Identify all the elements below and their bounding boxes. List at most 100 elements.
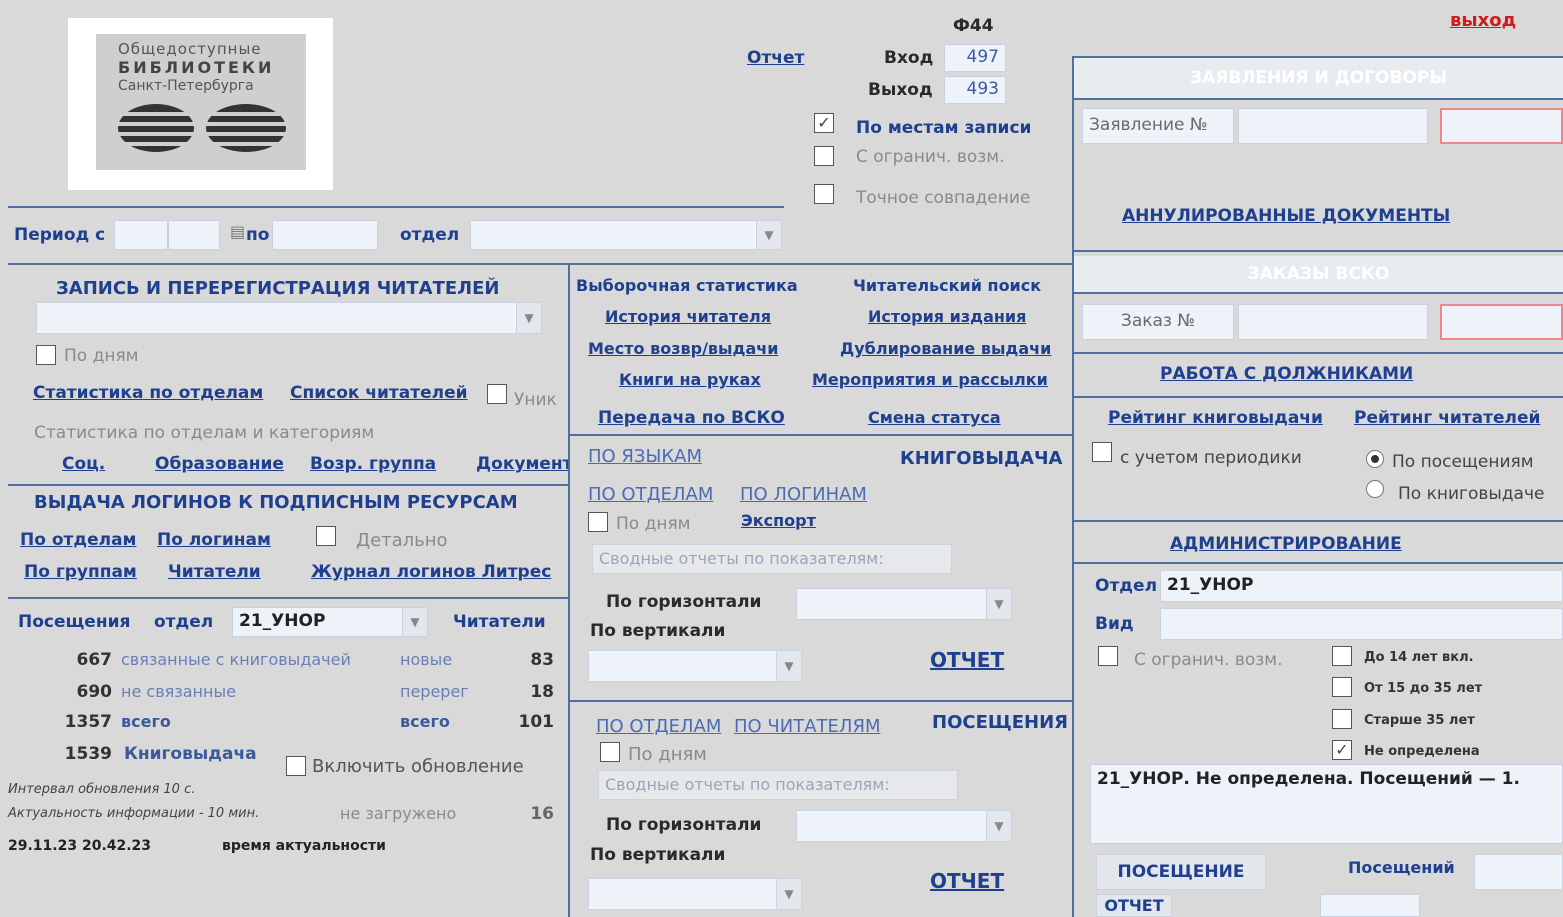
exit-link[interactable]: выход (1450, 10, 1516, 31)
litres-link[interactable]: Журнал логинов Литрес (311, 562, 551, 582)
divider (1072, 520, 1563, 522)
admin-dept-select[interactable]: 21_УНОР (1160, 570, 1563, 602)
age-link[interactable]: Возр. группа (310, 454, 436, 474)
period-from-time-field[interactable] (168, 220, 220, 250)
apps-band: ЗАЯВЛЕНИЯ И ДОГОВОРЫ (1074, 58, 1563, 98)
edition-history-link[interactable]: История издания (868, 307, 1026, 326)
visit-by-dept-link[interactable]: ПО ОТДЕЛАМ (596, 716, 721, 737)
visit2-report-link[interactable]: ОТЧЕТ (930, 869, 1004, 893)
cancelled-docs-link[interactable]: АННУЛИРОВАННЫЕ ДОКУМЕНТЫ (1122, 206, 1450, 226)
by-issue-radio[interactable] (1366, 480, 1384, 498)
admin-link[interactable]: АДМИНИСТРИРОВАНИЕ (1170, 534, 1402, 554)
issue-by-login-link[interactable]: ПО ЛОГИНАМ (740, 484, 867, 505)
calendar-icon[interactable]: ▤ (230, 222, 245, 241)
reader-history-link[interactable]: История читателя (605, 307, 771, 326)
app-no-field[interactable] (1238, 108, 1428, 144)
order-no-field[interactable] (1238, 304, 1428, 340)
issue-link[interactable]: Книговыдача (124, 744, 257, 764)
doc-link[interactable]: Документ (476, 454, 568, 474)
form-code: Ф44 (953, 16, 994, 36)
order-no-status-field[interactable] (1440, 304, 1563, 340)
issue-by-dept-link[interactable]: ПО ОТДЕЛАМ (588, 484, 713, 505)
reg-by-days-label: По дням (64, 346, 139, 366)
issue-horiz-label: По горизонтали (606, 592, 762, 612)
divider (1072, 562, 1563, 564)
reader-list-link[interactable]: Список читателей (290, 383, 468, 403)
debtors-link[interactable]: РАБОТА С ДОЛЖНИКАМИ (1160, 364, 1413, 384)
chevron-down-icon[interactable]: ▼ (776, 879, 801, 909)
status-link[interactable]: Смена статуса (868, 408, 1001, 427)
in-label: Вход (884, 48, 934, 68)
visit-by-readers-link[interactable]: ПО ЧИТАТЕЛЯМ (734, 716, 880, 737)
periodic-label: с учетом периодики (1120, 448, 1302, 468)
chevron-down-icon[interactable]: ▼ (756, 221, 781, 249)
issue-by-lang-link[interactable]: ПО ЯЗЫКАМ (588, 446, 702, 467)
on-hands-link[interactable]: Книги на руках (619, 370, 761, 389)
unique-checkbox[interactable] (487, 384, 507, 404)
interval-label: Интервал обновления 10 с. (8, 782, 196, 797)
events-link[interactable]: Мероприятия и рассылки (812, 370, 1048, 389)
rating-issue-link[interactable]: Рейтинг книговыдачи (1108, 408, 1323, 428)
soc-link[interactable]: Соц. (62, 454, 105, 474)
report-date-field[interactable] (1320, 894, 1420, 917)
auto-update-label: Включить обновление (312, 756, 524, 777)
out-value-field: 493 (944, 76, 1006, 104)
export-link[interactable]: Экспорт (741, 511, 816, 530)
visit-row2-text: не связанные (121, 682, 236, 701)
out-label: Выход (868, 80, 933, 100)
visit-row1-val: 83 (530, 650, 554, 670)
edu-link[interactable]: Образование (155, 454, 284, 474)
period-dept-select[interactable]: ▼ (470, 220, 782, 250)
app-no-status-field[interactable] (1440, 108, 1563, 144)
exact-checkbox[interactable] (814, 184, 834, 204)
by-place-checkbox[interactable]: ✓ (814, 113, 834, 133)
age1-checkbox[interactable] (1332, 646, 1352, 666)
admin-limited-checkbox[interactable] (1098, 646, 1118, 666)
period-from-field[interactable] (114, 220, 168, 250)
issue-horiz-select[interactable]: ▼ (796, 588, 1012, 620)
age4-checkbox[interactable]: ✓ (1332, 740, 1352, 760)
admin-kind-select[interactable] (1160, 608, 1563, 640)
visit-button[interactable]: ПОСЕЩЕНИЕ (1096, 854, 1266, 890)
visits-count-field[interactable] (1474, 854, 1563, 890)
place-link[interactable]: Место возвр/выдачи (588, 339, 778, 358)
admin-dept-label: Отдел (1095, 576, 1157, 596)
auto-update-checkbox[interactable] (286, 756, 306, 776)
issue-vert-select[interactable]: ▼ (588, 650, 802, 682)
issue-report-link[interactable]: ОТЧЕТ (930, 648, 1004, 672)
chevron-down-icon[interactable]: ▼ (402, 608, 427, 636)
age2-checkbox[interactable] (1332, 677, 1352, 697)
reg-select[interactable]: ▼ (36, 302, 542, 334)
logins-by-group-link[interactable]: По группам (24, 562, 137, 582)
visit2-horiz-label: По горизонтали (606, 815, 762, 835)
visit2-horiz-select[interactable]: ▼ (796, 810, 1012, 842)
limited-checkbox[interactable] (814, 146, 834, 166)
chevron-down-icon[interactable]: ▼ (516, 303, 541, 333)
visit2-vert-select[interactable]: ▼ (588, 878, 802, 910)
visits-dept-select[interactable]: 21_УНОР ▼ (232, 607, 428, 637)
logins-by-dept-link[interactable]: По отделам (20, 530, 136, 550)
logins-readers-link[interactable]: Читатели (168, 562, 261, 582)
visit-row1-text: связанные с книговыдачей (121, 650, 351, 669)
report-button[interactable]: ОТЧЕТ (1096, 894, 1172, 917)
age3-checkbox[interactable] (1332, 709, 1352, 729)
logins-by-login-link[interactable]: По логинам (157, 530, 271, 550)
chevron-down-icon[interactable]: ▼ (776, 651, 801, 681)
issue-by-days-checkbox[interactable] (588, 512, 608, 532)
chevron-down-icon[interactable]: ▼ (986, 589, 1011, 619)
visit2-by-days-checkbox[interactable] (600, 742, 620, 762)
vsko-link[interactable]: Передача по ВСКО (598, 408, 785, 428)
dup-link[interactable]: Дублирование выдачи (840, 339, 1051, 358)
reg-by-days-checkbox[interactable] (36, 345, 56, 365)
visit-row3-text: всего (121, 712, 171, 731)
detailed-checkbox[interactable] (316, 526, 336, 546)
period-to-field[interactable] (272, 220, 378, 250)
chevron-down-icon[interactable]: ▼ (986, 811, 1011, 841)
rating-readers-link[interactable]: Рейтинг читателей (1354, 408, 1540, 428)
logo-line1: Общедоступные (118, 40, 262, 58)
periodic-checkbox[interactable] (1092, 442, 1112, 462)
stat-dept-link[interactable]: Статистика по отделам (33, 383, 263, 403)
report-link[interactable]: Отчет (747, 48, 804, 68)
exact-label: Точное совпадение (856, 188, 1031, 208)
by-visits-radio[interactable] (1366, 450, 1384, 468)
